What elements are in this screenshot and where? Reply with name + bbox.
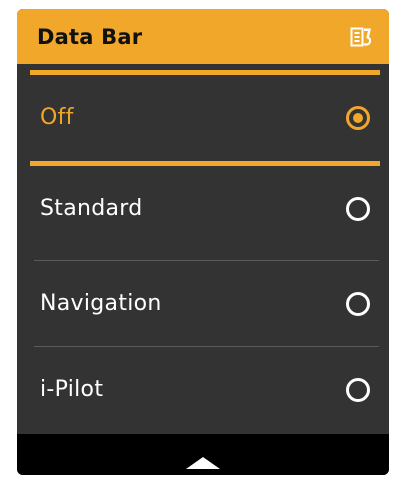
- radio-empty-icon: [346, 377, 370, 402]
- radio-empty-icon: [346, 196, 370, 221]
- dialog-footer: [17, 434, 389, 475]
- exit-menu-icon[interactable]: [350, 26, 372, 48]
- chevron-up-icon[interactable]: [186, 457, 220, 469]
- dialog-header: Data Bar: [17, 9, 389, 64]
- option-navigation[interactable]: Navigation: [17, 261, 389, 346]
- option-label: Navigation: [40, 291, 162, 316]
- data-bar-dialog: Data Bar Off Standard Navigation i-Pilot: [17, 9, 389, 475]
- options-list: Off Standard Navigation i-Pilot: [17, 64, 389, 434]
- option-i-pilot[interactable]: i-Pilot: [17, 347, 389, 432]
- option-label: Off: [40, 105, 74, 130]
- radio-empty-icon: [346, 291, 370, 316]
- option-standard[interactable]: Standard: [17, 166, 389, 251]
- option-label: i-Pilot: [40, 377, 104, 402]
- radio-selected-icon: [346, 105, 370, 130]
- dialog-title: Data Bar: [37, 24, 143, 49]
- option-off[interactable]: Off: [17, 75, 389, 160]
- option-label: Standard: [40, 196, 143, 221]
